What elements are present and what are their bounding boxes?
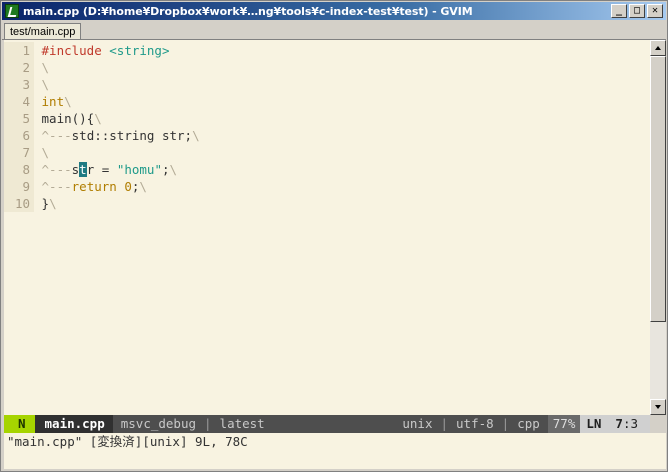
- status-line-number: 7: [615, 416, 623, 431]
- line-number: 5: [4, 110, 34, 127]
- maximize-button[interactable]: □: [629, 4, 645, 18]
- code-token: \: [41, 77, 50, 92]
- code-token: ^---: [41, 179, 72, 194]
- command-line[interactable]: "main.cpp" [変換済][unix] 9L, 78C: [4, 433, 666, 469]
- code-token: <string>: [109, 43, 170, 58]
- code-token: r =: [86, 162, 117, 177]
- window-title: main.cpp (D:¥home¥Dropbox¥work¥…ng¥tools…: [23, 4, 473, 18]
- status-tag: latest: [219, 416, 265, 431]
- code-line[interactable]: 1 #include <string>: [4, 42, 650, 59]
- status-separator: |: [501, 416, 510, 431]
- gvim-window: main.cpp (D:¥home¥Dropbox¥work¥…ng¥tools…: [0, 0, 668, 472]
- code-line[interactable]: 2 \: [4, 59, 650, 76]
- code-line[interactable]: 3 \: [4, 76, 650, 93]
- status-line: N main.cpp msvc_debug | latest unix | ut…: [4, 415, 650, 433]
- code-token: int: [41, 94, 65, 109]
- status-spacer: [273, 415, 395, 433]
- code-token: \: [41, 60, 50, 75]
- close-button[interactable]: ✕: [647, 4, 663, 18]
- status-position: 7:3: [607, 415, 650, 433]
- cursor: t: [79, 162, 87, 177]
- code-line[interactable]: 5 main(){\: [4, 110, 650, 127]
- scroll-up-button[interactable]: [650, 40, 666, 56]
- code-token: }: [41, 196, 50, 211]
- code-token: \: [139, 179, 147, 194]
- code-token: \: [192, 128, 200, 143]
- scrollbar-corner: [650, 415, 666, 433]
- scroll-thumb[interactable]: [650, 56, 666, 322]
- minimize-button[interactable]: _: [611, 4, 627, 18]
- status-filetype: cpp: [517, 416, 540, 431]
- status-separator: |: [204, 416, 212, 431]
- code-token: ^---: [41, 128, 72, 143]
- line-number: 2: [4, 59, 34, 76]
- code-line[interactable]: 4 int\: [4, 93, 650, 110]
- line-number: 1: [4, 42, 34, 59]
- code-token: std::string str;: [71, 128, 193, 143]
- status-ln-label: LN: [580, 415, 608, 433]
- line-number: 7: [4, 144, 34, 161]
- code-line[interactable]: 9 ^---return 0;\: [4, 178, 650, 195]
- editor-buffer[interactable]: 1 #include <string> 2 \ 3 \ 4 int\ 5 main(){…: [4, 40, 650, 415]
- title-bar[interactable]: main.cpp (D:¥home¥Dropbox¥work¥…ng¥tools…: [2, 2, 666, 20]
- code-token: \: [41, 145, 50, 160]
- line-number: 10: [4, 195, 34, 212]
- vim-logo-icon[interactable]: [5, 4, 19, 18]
- code-token: \: [64, 94, 72, 109]
- status-build: msvc_debug: [120, 416, 197, 431]
- code-token: \: [169, 162, 178, 177]
- line-number: 8: [4, 161, 34, 178]
- tab-line: test/main.cpp: [2, 21, 666, 40]
- code-token: 0: [124, 179, 132, 194]
- scroll-down-button[interactable]: [650, 399, 666, 415]
- status-encoding: utf-8: [456, 416, 494, 431]
- code-token: \: [94, 111, 102, 126]
- mode-indicator: N: [4, 415, 35, 433]
- window-controls: _ □ ✕: [611, 4, 663, 18]
- code-token: return: [71, 179, 117, 194]
- code-line[interactable]: 6 ^---std::string str;\: [4, 127, 650, 144]
- code-token: ;: [161, 162, 170, 177]
- status-column: :3: [622, 416, 638, 431]
- code-token: "homu": [116, 162, 162, 177]
- code-token: \: [49, 196, 57, 211]
- line-number: 3: [4, 76, 34, 93]
- line-number: 4: [4, 93, 34, 110]
- code-line[interactable]: 8 ^---str = "homu";\: [4, 161, 650, 178]
- line-number: 6: [4, 127, 34, 144]
- code-line[interactable]: 7 \: [4, 144, 650, 161]
- code-token: #include: [41, 43, 102, 58]
- code-token: ^---: [41, 162, 72, 177]
- tab-main-cpp[interactable]: test/main.cpp: [4, 23, 82, 39]
- status-separator: |: [440, 416, 449, 431]
- status-filename: main.cpp: [34, 415, 113, 433]
- vertical-scrollbar[interactable]: [650, 40, 666, 415]
- status-percent: 77%: [547, 415, 581, 433]
- line-number: 9: [4, 178, 34, 195]
- code-token: main(){: [41, 111, 95, 126]
- status-format: unix: [402, 416, 433, 431]
- code-line[interactable]: 10 }\: [4, 195, 650, 212]
